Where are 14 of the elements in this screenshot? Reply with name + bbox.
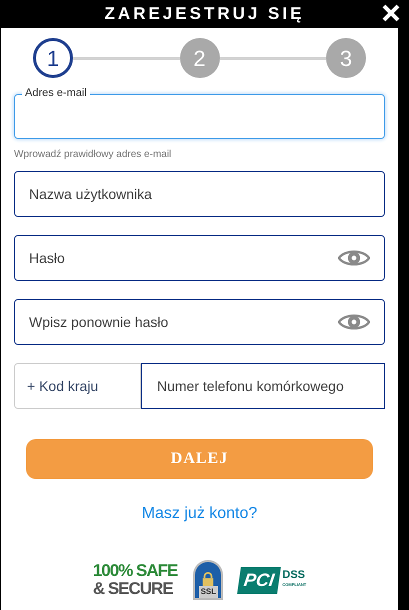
dialog-title: ZAREJESTRUJ SIĘ (104, 3, 304, 26)
username-field[interactable]: Nazwa użytkownika (14, 171, 385, 217)
phone-field[interactable]: Numer telefonu komórkowego (141, 363, 385, 409)
step-indicator: 3 (326, 38, 366, 78)
safe-secure-text: 100% SAFE & SECURE (92, 562, 178, 598)
password-field[interactable]: Hasło (14, 235, 385, 281)
password-field[interactable]: Wpisz ponownie hasło (14, 299, 385, 345)
country-code-select[interactable]: + Kod kraju (14, 363, 141, 409)
ssl-badge: SSL (193, 560, 224, 600)
step-indicator: 2 (180, 38, 220, 78)
login-link[interactable]: Masz już konto? (142, 502, 258, 526)
field-hint: Wprowadź prawidłowy adres e-mail (14, 148, 172, 162)
close-button[interactable] (381, 3, 401, 23)
step-indicator: 1 (33, 38, 73, 78)
